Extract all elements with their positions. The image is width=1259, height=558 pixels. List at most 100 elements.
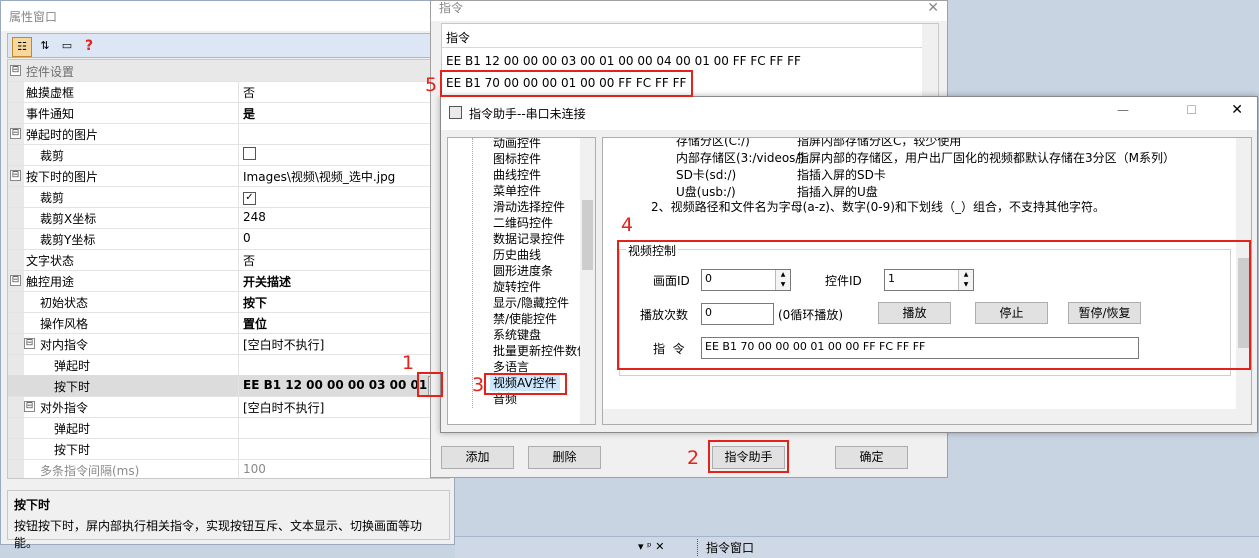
tree-item[interactable]: 曲线控件 [493, 166, 541, 183]
property-row[interactable]: 裁剪X坐标 248 [8, 207, 449, 229]
sort-alphabetical-icon[interactable]: ⇅ [36, 37, 54, 55]
info-right: 指屏内部存储分区C，较少使用 [797, 137, 962, 148]
property-value[interactable]: 置位 [238, 312, 449, 333]
property-row[interactable]: 事件通知 是 [8, 102, 449, 124]
add-button[interactable]: 添加 [441, 446, 514, 469]
tree-item[interactable]: 系统键盘 [493, 326, 541, 343]
assistant-title-bar: 指令助手--串口未连接 — ☐ ✕ [441, 97, 1257, 130]
annotation-box-1 [417, 372, 443, 397]
command-row[interactable]: EE B1 12 00 00 00 03 00 01 00 00 04 00 0… [442, 50, 922, 72]
property-row[interactable]: ⊟ 按下时的图片 Images\视频\视频_选中.jpg [8, 165, 449, 187]
tree-item[interactable]: 显示/隐藏控件 [493, 294, 569, 311]
collapse-icon[interactable]: ⊟ [24, 338, 35, 349]
property-row[interactable]: 文字状态 否 [8, 249, 449, 271]
property-value[interactable]: ✓ [238, 186, 449, 207]
tree-item[interactable]: 菜单控件 [493, 182, 541, 199]
property-name: 初始状态 [40, 296, 89, 310]
tree-item[interactable]: 图标控件 [493, 150, 541, 167]
description-text: 按钮按下时，屏内部执行相关指令，实现按钮互斥、文本显示、切换画面等功能。 [14, 519, 423, 550]
command-window-title-text: 指令 [439, 1, 464, 15]
property-row[interactable]: 初始状态 按下 [8, 291, 449, 313]
tree-item[interactable]: 历史曲线 [493, 246, 541, 263]
property-row[interactable]: 弹起时 [8, 354, 449, 376]
tree-item[interactable]: 数据记录控件 [493, 230, 565, 247]
collapse-icon[interactable]: ⊟ [24, 401, 35, 412]
tree-item[interactable]: 旋转控件 [493, 278, 541, 295]
property-name: 对外指令 [40, 401, 89, 415]
property-name: 裁剪X坐标 [40, 212, 97, 226]
property-value[interactable]: 是 [238, 102, 449, 123]
annotation-number-4: 4 [621, 214, 634, 236]
property-value[interactable]: 248 [238, 207, 449, 228]
properties-window: 属性窗口 ☷ ⇅ ▭ ? ⊟ 控件设置 触摸虚框否事件通知是 ⊟ 弹起时的图片 裁剪 ⊟ 按下… [0, 0, 455, 550]
property-name: 按下时 [54, 443, 91, 457]
property-value[interactable]: 否 [238, 81, 449, 102]
tree-item[interactable]: 动画控件 [493, 138, 541, 151]
property-row[interactable]: 操作风格 置位 [8, 312, 449, 334]
annotation-box-4 [617, 240, 1251, 370]
collapse-icon[interactable]: ⊟ [10, 275, 21, 286]
property-row[interactable]: 弹起时 [8, 417, 449, 439]
property-row[interactable]: 按下时 [8, 438, 449, 460]
property-name: 弹起时的图片 [26, 128, 99, 142]
close-icon[interactable]: ✕ [927, 1, 939, 15]
tree-item[interactable]: 禁/使能控件 [493, 310, 557, 327]
close-icon[interactable]: ✕ [1231, 102, 1243, 118]
command-list-scrollbar[interactable] [922, 24, 938, 97]
collapse-icon[interactable]: ⊟ [10, 128, 21, 139]
ok-button[interactable]: 确定 [835, 446, 908, 469]
annotation-box-5 [440, 70, 693, 97]
path-note: 2、视频路径和文件名为字母(a-z)、数字(0-9)和下划线（_）组合，不支持其… [651, 200, 1105, 214]
property-row[interactable]: ⊟ 触控用途 开关描述 [8, 270, 449, 292]
property-name: 弹起时 [54, 359, 91, 373]
property-row[interactable]: 裁剪 ✓ [8, 186, 449, 208]
property-value[interactable]: Images\视频\视频_选中.jpg [238, 165, 449, 186]
property-row[interactable]: ⊟ 对内指令 [空白时不执行] [8, 333, 449, 355]
delete-button[interactable]: 删除 [528, 446, 601, 469]
command-list-header: 指令 [442, 24, 938, 48]
property-row[interactable]: 裁剪 [8, 144, 449, 166]
property-name: 触控用途 [26, 275, 75, 289]
property-value[interactable] [238, 123, 449, 144]
tree-item[interactable]: 批量更新控件数值 [493, 342, 589, 359]
property-category[interactable]: ⊟ 控件设置 [8, 60, 449, 82]
property-row[interactable]: 触摸虚框 否 [8, 81, 449, 103]
minimize-icon[interactable]: — [1117, 103, 1129, 117]
property-value[interactable]: [空白时不执行] [238, 333, 449, 354]
property-row[interactable]: 多条指令间隔(ms) 100 [8, 459, 449, 478]
property-row[interactable]: 裁剪Y坐标 0 [8, 228, 449, 250]
property-row[interactable]: 按下时EE B1 12 00 00 00 03 00 01 00... [8, 375, 449, 397]
annotation-box-3 [484, 373, 567, 395]
property-row[interactable]: ⊟ 弹起时的图片 [8, 123, 449, 145]
collapse-icon[interactable]: ⊟ [10, 170, 21, 181]
tree-item[interactable]: 滑动选择控件 [493, 198, 565, 215]
maximize-icon[interactable]: ☐ [1186, 103, 1197, 117]
property-description: 按下时 按钮按下时，屏内部执行相关指令，实现按钮互斥、文本显示、切换画面等功能。 [7, 490, 450, 550]
property-value[interactable]: 开关描述 [238, 270, 449, 291]
property-row[interactable]: ⊟ 对外指令 [空白时不执行] [8, 396, 449, 418]
tree-item[interactable]: 圆形进度条 [493, 262, 553, 279]
properties-title: 属性窗口 [1, 1, 454, 31]
tree-scrollbar[interactable] [580, 138, 595, 424]
checkbox[interactable]: ✓ [243, 192, 256, 205]
property-value[interactable] [238, 438, 449, 459]
property-value[interactable]: [空白时不执行] [238, 396, 449, 417]
help-icon[interactable]: ? [80, 37, 98, 55]
collapse-icon[interactable]: ⊟ [10, 65, 21, 76]
property-value[interactable]: 按下 [238, 291, 449, 312]
dock-controls[interactable]: ▾ ᵖ ✕ [638, 540, 664, 553]
property-value[interactable]: 0 [238, 228, 449, 249]
property-value[interactable] [238, 417, 449, 438]
checkbox[interactable] [243, 147, 256, 160]
command-window-tab[interactable]: 指令窗口 [697, 539, 754, 556]
tree-item[interactable]: 二维码控件 [493, 214, 553, 231]
info-right: 指屏内部的存储区，用户出厂固化的视频都默认存储在3分区（M系列） [797, 151, 1175, 165]
annotation-box-2 [708, 440, 789, 473]
property-value[interactable] [238, 144, 449, 165]
property-pages-icon[interactable]: ▭ [58, 37, 76, 55]
categorized-icon[interactable]: ☷ [12, 37, 32, 57]
property-value[interactable]: 100 [238, 459, 449, 478]
property-name: 文字状态 [26, 254, 75, 268]
property-value[interactable]: 否 [238, 249, 449, 270]
content-hscrollbar[interactable] [603, 409, 1237, 424]
